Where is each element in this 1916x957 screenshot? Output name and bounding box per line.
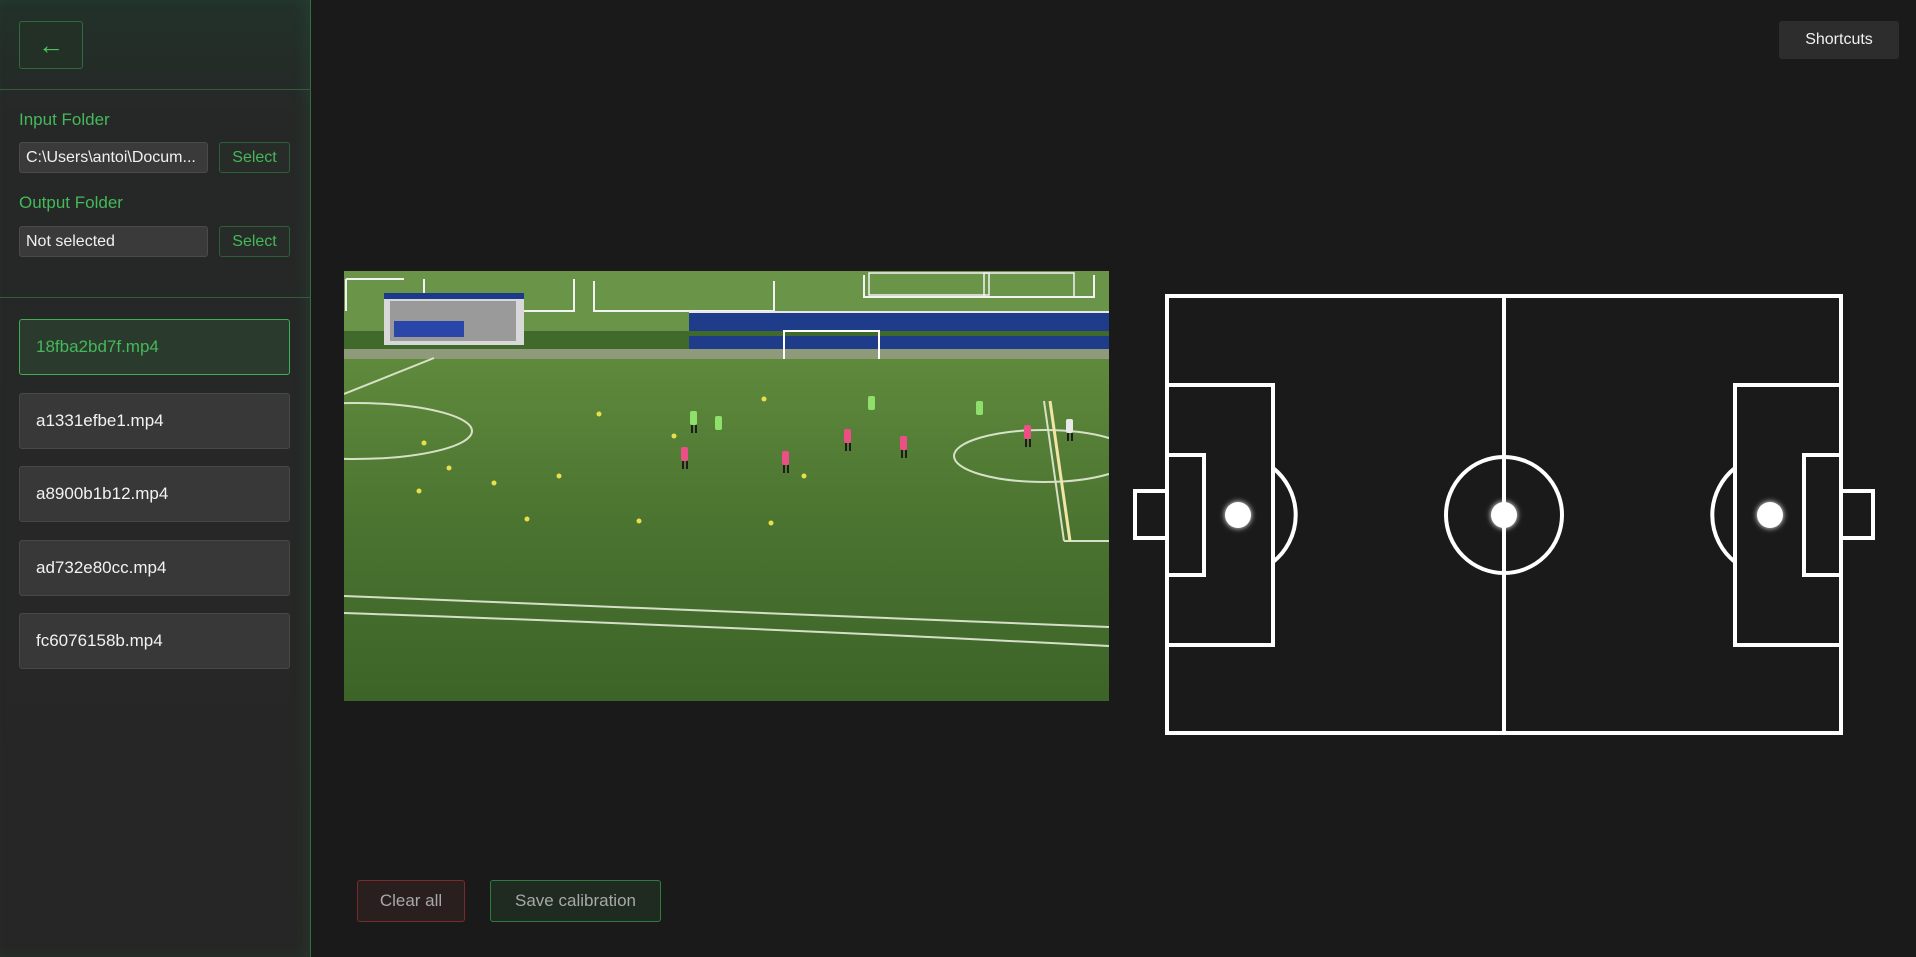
- save-calibration-button[interactable]: Save calibration: [490, 880, 661, 922]
- shortcuts-button[interactable]: Shortcuts: [1779, 21, 1899, 59]
- input-folder-select-button[interactable]: Select: [219, 142, 290, 173]
- output-folder-select-button[interactable]: Select: [219, 226, 290, 257]
- pitch-diagram[interactable]: [1130, 290, 1890, 740]
- video-frame[interactable]: [344, 271, 1109, 701]
- output-folder-field[interactable]: Not selected: [19, 226, 208, 257]
- center-spot[interactable]: [1491, 502, 1517, 528]
- video-frame-image: [344, 271, 1109, 701]
- file-list-item[interactable]: 18fba2bd7f.mp4: [19, 319, 290, 375]
- sidebar: ← Input Folder C:\Users\antoi\Docum... S…: [0, 0, 311, 957]
- sidebar-divider: [0, 89, 311, 90]
- pitch-diagram-svg: [1133, 294, 1875, 735]
- clear-all-button[interactable]: Clear all: [357, 880, 465, 922]
- sidebar-divider: [0, 297, 311, 298]
- file-list-item[interactable]: fc6076158b.mp4: [19, 613, 290, 669]
- input-folder-label: Input Folder: [19, 110, 110, 129]
- arrow-left-icon: ←: [38, 29, 64, 60]
- output-folder-label: Output Folder: [19, 193, 123, 212]
- left-penalty-spot[interactable]: [1225, 502, 1251, 528]
- right-penalty-spot[interactable]: [1757, 502, 1783, 528]
- back-button[interactable]: ←: [19, 21, 83, 69]
- input-folder-field[interactable]: C:\Users\antoi\Docum...: [19, 142, 208, 173]
- file-list-item[interactable]: ad732e80cc.mp4: [19, 540, 290, 596]
- file-list-item[interactable]: a8900b1b12.mp4: [19, 466, 290, 522]
- file-list-item[interactable]: a1331efbe1.mp4: [19, 393, 290, 449]
